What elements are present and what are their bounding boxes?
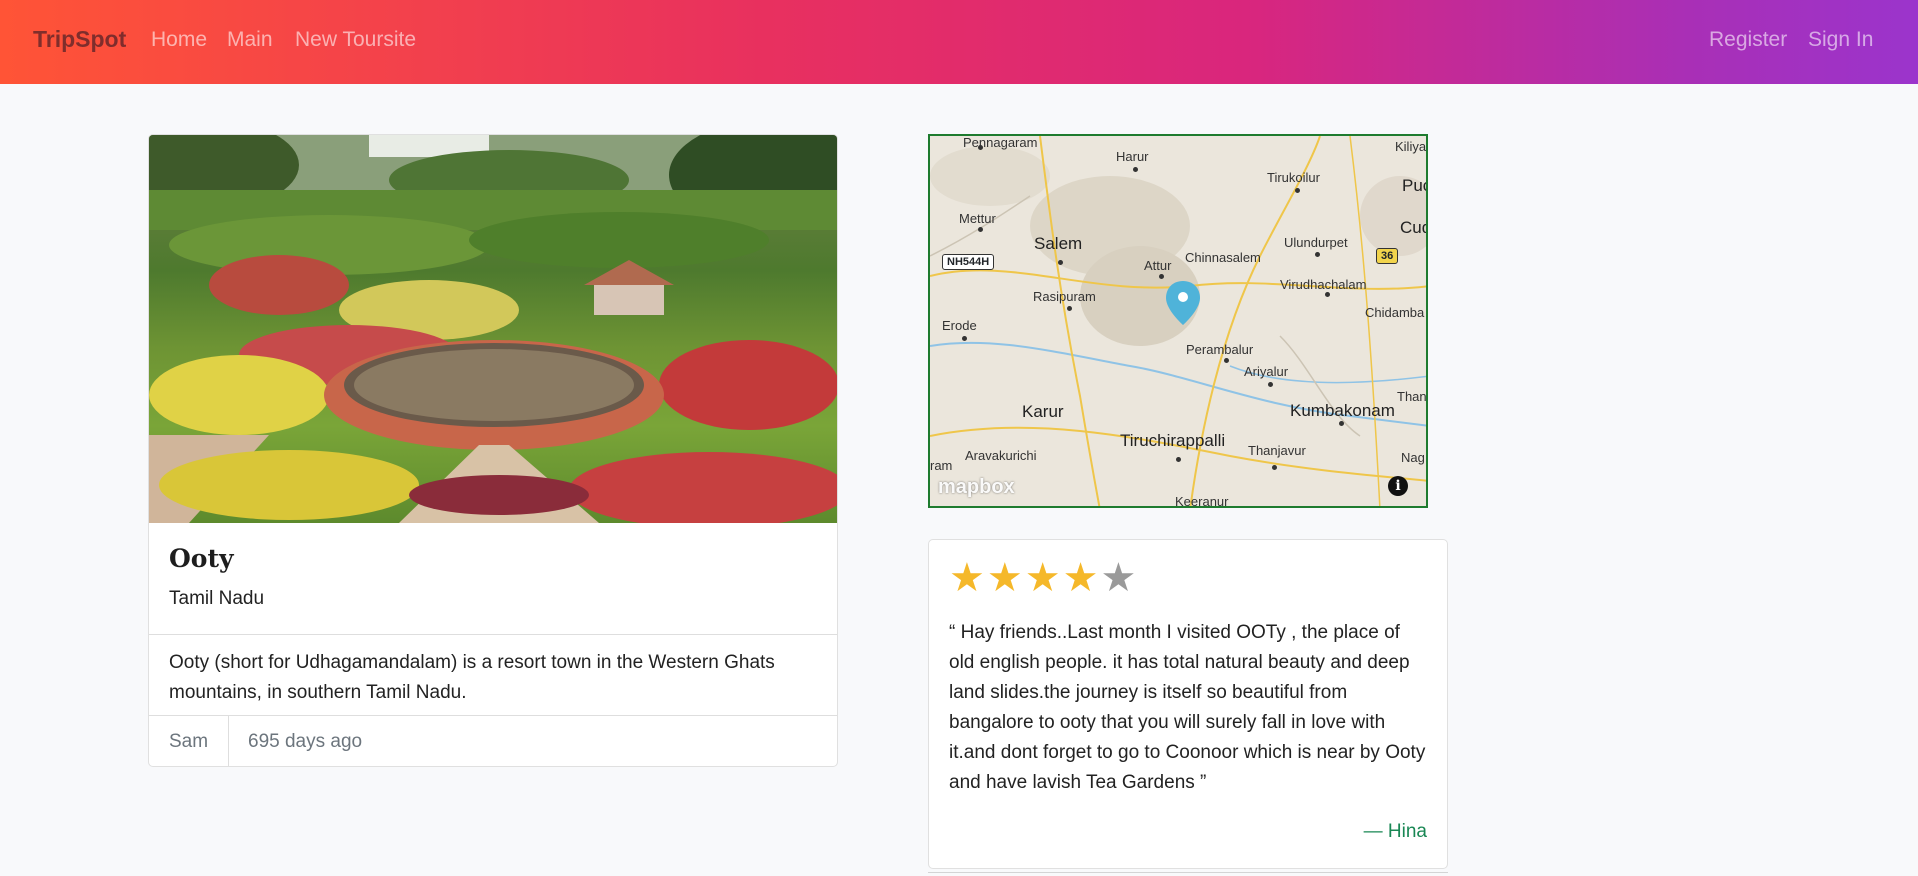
map-town-dot — [962, 336, 967, 341]
map-label: Perambalur — [1186, 342, 1254, 357]
map-label: Keeranur — [1175, 494, 1229, 508]
star-icon: ★ — [1024, 555, 1061, 601]
map-town-dot — [1067, 306, 1072, 311]
map-town-dot — [1133, 167, 1138, 172]
review-author: — Hina — [1363, 821, 1427, 842]
map-town-dot — [1339, 421, 1344, 426]
map-town-dot — [978, 145, 983, 150]
map-label: Chinnasalem — [1185, 250, 1261, 265]
next-review-card — [928, 872, 1448, 876]
map-label: Chidamba — [1365, 305, 1425, 320]
map-label: Aravakurichi — [965, 448, 1037, 463]
map-label: Puc — [1402, 176, 1426, 195]
map-label: Tirukoilur — [1267, 170, 1320, 185]
review-text: “ Hay friends..Last month I visited OOTy… — [949, 622, 1426, 793]
map-label: Nag — [1401, 450, 1425, 465]
nav-sign-in-link[interactable]: Sign In — [1808, 28, 1873, 52]
map-town-dot — [1315, 252, 1320, 257]
campground-posted-time: 695 days ago — [248, 731, 363, 752]
map-label: Ariyalur — [1244, 364, 1289, 379]
divider — [149, 634, 837, 635]
campground-location: Tamil Nadu — [169, 588, 265, 609]
map-label: Erode — [942, 318, 977, 333]
map-label: Pennagaram — [963, 135, 1038, 150]
highway-shield: 36 — [1376, 248, 1399, 264]
map-town-dot — [1295, 188, 1300, 193]
map-label: Ulundurpet — [1284, 235, 1348, 250]
nav-main-link[interactable]: Main — [227, 28, 273, 52]
campground-card: Ooty Tamil Nadu Ooty (short for Udhagama… — [148, 134, 838, 767]
highway-shield: NH544H — [942, 254, 995, 270]
campground-author: Sam — [169, 731, 209, 752]
map-town-dot — [1272, 465, 1277, 470]
brand-logo[interactable]: TripSpot — [33, 26, 126, 53]
review-card: ★ ★ ★ ★ ★ “ Hay friends..Last month I visite… — [928, 539, 1448, 869]
map-label: Salem — [1034, 234, 1083, 253]
map-label: Karur — [1022, 402, 1064, 421]
garden-image — [149, 135, 837, 523]
map-label: Kumbakonam — [1290, 401, 1395, 420]
star-icon: ★ — [986, 555, 1023, 601]
map-town-dot — [1325, 292, 1330, 297]
map-label: Cudd — [1400, 218, 1426, 237]
map-label: Rasipuram — [1033, 289, 1096, 304]
map-town-dot — [978, 227, 983, 232]
map-label: Than — [1397, 389, 1427, 404]
map-label: Thanjavur — [1248, 443, 1306, 458]
navbar: TripSpot Home Main New Toursite Register… — [0, 0, 1918, 84]
nav-new-toursite-link[interactable]: New Toursite — [295, 28, 416, 52]
location-map[interactable]: Pennagaram Harur Kiliya Tirukoilur Puc M… — [928, 134, 1428, 508]
location-pin-icon[interactable] — [1163, 279, 1203, 329]
star-rating: ★ ★ ★ ★ ★ — [949, 556, 1136, 600]
map-label: Kiliya — [1395, 139, 1427, 154]
map-town-dot — [1268, 382, 1273, 387]
map-label: ram — [930, 458, 953, 473]
map-label: Tiruchirappalli — [1120, 431, 1226, 450]
map-label: Mettur — [959, 211, 996, 226]
map-label: Harur — [1116, 149, 1149, 164]
map-town-dot — [1224, 358, 1229, 363]
map-label: Attur — [1144, 258, 1172, 273]
star-icon: ★ — [1062, 555, 1099, 601]
campground-photo — [149, 135, 837, 523]
campground-title: Ooty — [169, 544, 234, 573]
map-town-dot — [1058, 260, 1063, 265]
nav-register-link[interactable]: Register — [1709, 28, 1787, 52]
mapbox-logo: mapbox — [938, 476, 1015, 498]
map-label: Virudhachalam — [1280, 277, 1367, 292]
nav-home-link[interactable]: Home — [151, 28, 207, 52]
star-icon: ★ — [949, 555, 985, 601]
map-info-icon[interactable]: i — [1388, 476, 1408, 496]
map-town-dot — [1176, 457, 1181, 462]
star-icon: ★ — [1100, 555, 1137, 601]
campground-description: Ooty (short for Udhagamandalam) is a res… — [169, 652, 775, 703]
